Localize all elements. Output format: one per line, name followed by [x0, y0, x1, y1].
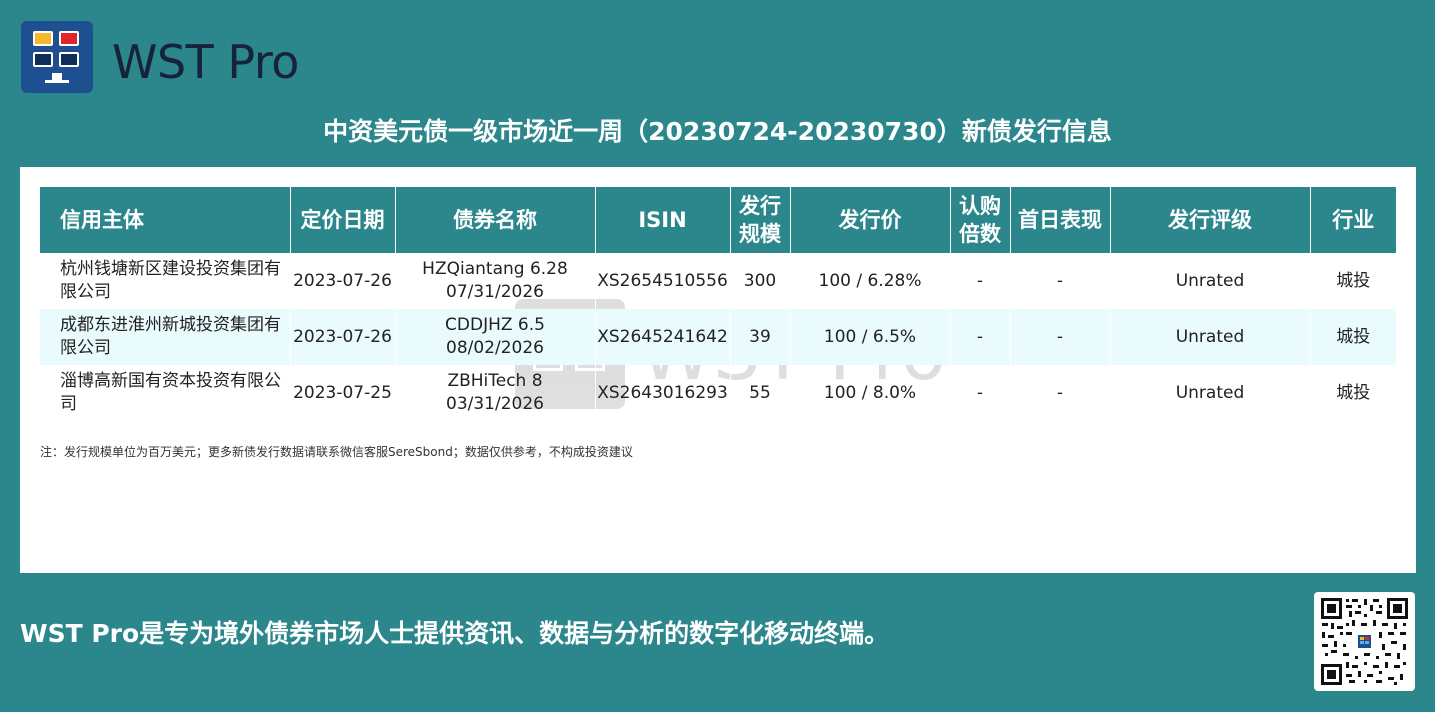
cell-isin: XS2645241642 [594, 309, 730, 365]
table-row: 成都东进淮州新城投资集团有限公司 2023-07-26 CDDJHZ 6.5 0… [40, 309, 1396, 365]
bond-name-line2: 08/02/2026 [446, 338, 544, 358]
cell-issuer: 淄博高新国有资本投资有限公司 [60, 371, 281, 414]
content-panel: WST Pro 信用主体 定价日期 债券名称 ISIN 发行 规模 [20, 167, 1416, 573]
cell-size: 300 [729, 253, 790, 309]
brand-name: WST Pro [112, 35, 299, 89]
logo-base [45, 80, 69, 83]
cell-isin: XS2654510556 [594, 253, 730, 309]
cell-price: 100 / 6.28% [789, 253, 950, 309]
cell-isin: XS2643016293 [594, 365, 730, 421]
wst-logo-icon [21, 21, 93, 93]
cell-bond-name: HZQiantang 6.28 07/31/2026 [394, 253, 595, 309]
header-isin: ISIN [594, 187, 730, 253]
cell-pricing-date: 2023-07-26 [289, 309, 395, 365]
cell-pricing-date: 2023-07-26 [289, 253, 395, 309]
tagline: WST Pro是专为境外债券市场人士提供资讯、数据与分析的数字化移动终端。 [20, 619, 890, 648]
cell-rating: Unrated [1109, 309, 1310, 365]
cell-issuer: 杭州钱塘新区建设投资集团有限公司 [60, 259, 281, 302]
bond-name-line2: 07/31/2026 [446, 282, 544, 302]
cell-subscription: - [949, 253, 1010, 309]
cell-rating: Unrated [1109, 253, 1310, 309]
cell-subscription: - [949, 365, 1010, 421]
bond-name-line2: 03/31/2026 [446, 394, 544, 414]
logo-square-navy-right [59, 52, 79, 67]
footnote: 注：发行规模单位为百万美元；更多新债发行数据请联系微信客服SereSbond；数… [40, 445, 633, 459]
cell-bond-name: ZBHiTech 8 03/31/2026 [394, 365, 595, 421]
header-rating: 发行评级 [1109, 187, 1310, 253]
header-first-day: 首日表现 [1009, 187, 1110, 253]
header-pricing-date: 定价日期 [289, 187, 395, 253]
cell-bond-name: CDDJHZ 6.5 08/02/2026 [394, 309, 595, 365]
header-size-line1: 发行 [739, 194, 781, 218]
cell-industry: 城投 [1309, 309, 1396, 365]
qr-code[interactable] [1314, 592, 1415, 691]
bond-name-line1: HZQiantang 6.28 [422, 259, 568, 279]
header-subscription-line2: 倍数 [959, 222, 1001, 246]
table-row: 杭州钱塘新区建设投资集团有限公司 2023-07-26 HZQiantang 6… [40, 253, 1396, 309]
cell-issuer: 成都东进淮州新城投资集团有限公司 [40, 309, 290, 365]
qr-code-icon [1319, 596, 1410, 687]
header-size-line2: 规模 [739, 222, 781, 246]
page-title: 中资美元债一级市场近一周（20230724-20230730）新债发行信息 [323, 117, 1112, 146]
header-subscription: 认购 倍数 [949, 187, 1010, 253]
header-size: 发行 规模 [729, 187, 790, 253]
logo-square-yellow [33, 31, 53, 46]
header-bond-name: 债券名称 [394, 187, 595, 253]
cell-size: 55 [729, 365, 790, 421]
header-price: 发行价 [789, 187, 950, 253]
logo-square-red [59, 31, 79, 46]
cell-industry: 城投 [1309, 365, 1396, 421]
bond-name-line1: CDDJHZ 6.5 [445, 315, 545, 335]
cell-pricing-date: 2023-07-25 [289, 365, 395, 421]
cell-size: 39 [729, 309, 790, 365]
bond-issuance-table: 信用主体 定价日期 债券名称 ISIN 发行 规模 发行价 认购 倍数 首日表现… [40, 187, 1396, 421]
header-issuer: 信用主体 [40, 187, 290, 253]
cell-first-day: - [1009, 309, 1110, 365]
table-header-row: 信用主体 定价日期 债券名称 ISIN 发行 规模 发行价 认购 倍数 首日表现… [40, 187, 1396, 253]
cell-industry: 城投 [1309, 253, 1396, 309]
cell-first-day: - [1009, 253, 1110, 309]
bond-name-line1: ZBHiTech 8 [447, 371, 543, 391]
cell-first-day: - [1009, 365, 1110, 421]
header-subscription-line1: 认购 [959, 194, 1001, 218]
header-industry: 行业 [1309, 187, 1396, 253]
table-row: 淄博高新国有资本投资有限公司 2023-07-25 ZBHiTech 8 03/… [40, 365, 1396, 421]
cell-rating: Unrated [1109, 365, 1310, 421]
cell-subscription: - [949, 309, 1010, 365]
cell-price: 100 / 8.0% [789, 365, 950, 421]
cell-price: 100 / 6.5% [789, 309, 950, 365]
logo-square-navy-left [33, 52, 53, 67]
